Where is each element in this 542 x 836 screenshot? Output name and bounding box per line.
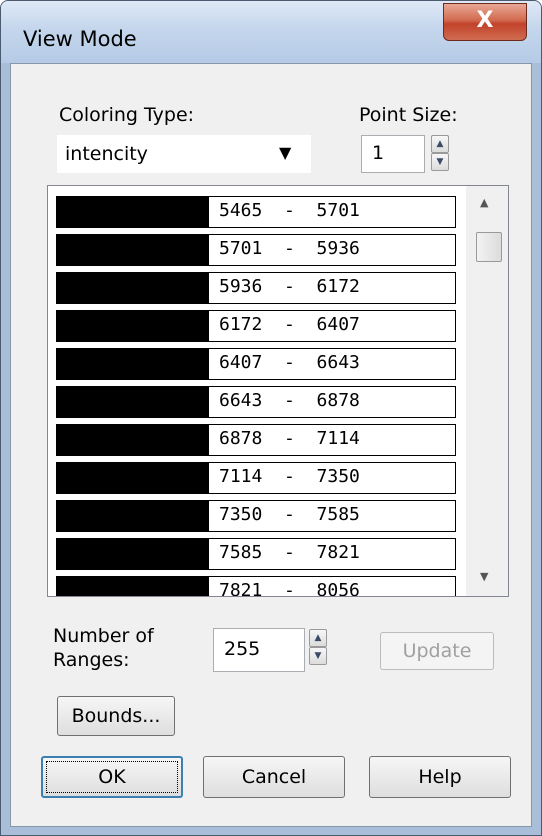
color-swatch[interactable] — [57, 349, 209, 379]
range-text: 7114 - 7350 — [219, 466, 360, 487]
range-text: 7585 - 7821 — [219, 542, 360, 563]
window-title: View Mode — [23, 27, 137, 51]
range-text: 7821 - 8056 — [219, 580, 360, 597]
number-of-ranges-label-line2: Ranges: — [53, 649, 130, 671]
coloring-type-value: intencity — [65, 143, 148, 165]
close-icon: X — [476, 8, 494, 33]
update-button[interactable]: Update — [380, 632, 494, 670]
point-size-input[interactable]: 1 — [361, 135, 425, 173]
range-text: 6643 - 6878 — [219, 390, 360, 411]
number-of-ranges-label-line1: Number of — [53, 625, 154, 647]
number-of-ranges-input[interactable]: 255 — [213, 628, 305, 672]
arrow-down-icon[interactable]: ▼ — [309, 647, 327, 665]
coloring-type-dropdown[interactable]: intencity ▼ — [57, 135, 311, 173]
help-button[interactable]: Help — [369, 756, 511, 798]
color-swatch[interactable] — [57, 197, 209, 227]
range-text: 5465 - 5701 — [219, 200, 360, 221]
range-text: 6172 - 6407 — [219, 314, 360, 335]
range-text: 5701 - 5936 — [219, 238, 360, 259]
point-size-label: Point Size: — [359, 104, 458, 126]
number-of-ranges-value: 255 — [224, 638, 261, 660]
range-text: 6878 - 7114 — [219, 428, 360, 449]
color-swatch[interactable] — [57, 235, 209, 265]
list-item[interactable]: 6643 - 6878 — [56, 386, 456, 418]
scrollbar-thumb[interactable] — [476, 232, 502, 262]
help-button-label: Help — [418, 766, 462, 788]
arrow-up-icon[interactable]: ▲ — [431, 135, 449, 153]
coloring-type-label: Coloring Type: — [59, 104, 195, 126]
scroll-down-icon[interactable]: ▼ — [480, 570, 488, 583]
point-size-spinner: ▲ ▼ — [431, 135, 449, 171]
scroll-up-icon[interactable]: ▲ — [480, 196, 488, 209]
number-of-ranges-spinner: ▲ ▼ — [309, 629, 327, 665]
color-swatch[interactable] — [57, 501, 209, 531]
list-item[interactable]: 7114 - 7350 — [56, 462, 456, 494]
cancel-button[interactable]: Cancel — [203, 756, 345, 798]
cancel-button-label: Cancel — [241, 766, 307, 788]
range-text: 6407 - 6643 — [219, 352, 360, 373]
dialog-body: Coloring Type: intencity ▼ Point Size: 1… — [10, 63, 532, 827]
list-item[interactable]: 6407 - 6643 — [56, 348, 456, 380]
color-swatch[interactable] — [57, 273, 209, 303]
list-item[interactable]: 7585 - 7821 — [56, 538, 456, 570]
title-bar[interactable]: View Mode X — [1, 1, 541, 63]
list-scrollbar[interactable]: ▲ ▼ — [466, 186, 508, 596]
update-button-label: Update — [402, 640, 472, 662]
range-list[interactable]: 5465 - 5701 5701 - 5936 5936 - 6172 6172… — [47, 185, 509, 597]
bounds-button[interactable]: Bounds... — [57, 696, 175, 736]
list-item[interactable]: 5936 - 6172 — [56, 272, 456, 304]
list-item[interactable]: 5465 - 5701 — [56, 196, 456, 228]
bounds-button-label: Bounds... — [71, 705, 161, 727]
list-item[interactable]: 5701 - 5936 — [56, 234, 456, 266]
number-of-ranges-label: Number of Ranges: — [53, 624, 154, 672]
chevron-down-icon[interactable]: ▼ — [279, 143, 291, 162]
range-text: 5936 - 6172 — [219, 276, 360, 297]
list-item[interactable]: 7821 - 8056 — [56, 576, 456, 597]
focus-rectangle — [46, 761, 178, 793]
arrow-down-icon[interactable]: ▼ — [431, 153, 449, 171]
color-swatch[interactable] — [57, 311, 209, 341]
list-item[interactable]: 6172 - 6407 — [56, 310, 456, 342]
range-text: 7350 - 7585 — [219, 504, 360, 525]
list-item[interactable]: 7350 - 7585 — [56, 500, 456, 532]
point-size-value: 1 — [372, 142, 385, 164]
arrow-up-icon[interactable]: ▲ — [309, 629, 327, 647]
color-swatch[interactable] — [57, 539, 209, 569]
ok-button[interactable]: OK — [41, 756, 183, 798]
color-swatch[interactable] — [57, 387, 209, 417]
color-swatch[interactable] — [57, 577, 209, 596]
view-mode-dialog: View Mode X Coloring Type: intencity ▼ P… — [0, 0, 542, 836]
color-swatch[interactable] — [57, 463, 209, 493]
color-swatch[interactable] — [57, 425, 209, 455]
close-button[interactable]: X — [443, 3, 527, 41]
list-item[interactable]: 6878 - 7114 — [56, 424, 456, 456]
